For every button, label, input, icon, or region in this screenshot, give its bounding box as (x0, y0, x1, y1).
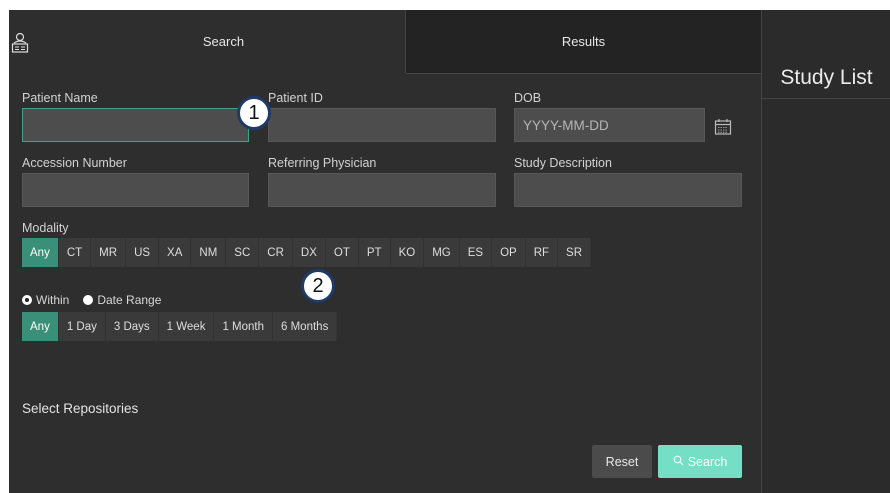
study-description-input[interactable] (514, 173, 742, 207)
tab-search-label: Search (202, 34, 245, 49)
study-description-label: Study Description (514, 156, 612, 170)
referring-physician-label: Referring Physician (268, 156, 377, 170)
modality-button-es[interactable]: ES (459, 238, 493, 267)
within-button-3-days[interactable]: 3 Days (105, 312, 159, 341)
modality-button-sr[interactable]: SR (558, 238, 592, 267)
app-window: Search Results Patient Name Patient ID D… (9, 10, 890, 493)
search-button[interactable]: Search (658, 445, 742, 478)
modality-button-ot[interactable]: OT (325, 238, 359, 267)
tab-bar: Search Results (9, 10, 761, 74)
within-radio[interactable] (22, 295, 32, 305)
patient-id-input[interactable] (268, 108, 496, 142)
modality-button-ko[interactable]: KO (390, 238, 425, 267)
patient-id-label: Patient ID (268, 91, 323, 105)
within-button-1-day[interactable]: 1 Day (58, 312, 106, 341)
select-repositories-heading: Select Repositories (22, 401, 139, 416)
study-list-title: Study List (780, 66, 873, 89)
patient-name-input[interactable] (22, 108, 249, 142)
within-button-1-week[interactable]: 1 Week (158, 312, 215, 341)
modality-button-mr[interactable]: MR (91, 238, 127, 267)
study-list-panel: Study List (761, 10, 890, 493)
tab-results-label: Results (561, 34, 606, 49)
tab-results[interactable]: Results (406, 10, 761, 74)
callout-badge-2: 2 (301, 269, 335, 303)
modality-button-any[interactable]: Any (22, 238, 59, 267)
patient-name-label: Patient Name (22, 91, 98, 105)
callout-badge-1: 1 (237, 96, 271, 130)
date-range-radio-label: Date Range (97, 293, 162, 307)
modality-button-cr[interactable]: CR (259, 238, 293, 267)
modality-button-ct[interactable]: CT (58, 238, 92, 267)
modality-button-us[interactable]: US (126, 238, 160, 267)
study-list-divider (762, 98, 890, 99)
referring-physician-input[interactable] (268, 173, 496, 207)
within-radio-label: Within (36, 293, 70, 307)
reset-button[interactable]: Reset (592, 445, 652, 478)
within-button-group: Any 1 Day 3 Days 1 Week 1 Month 6 Months (22, 312, 338, 341)
date-range-radio[interactable] (83, 295, 94, 305)
modality-button-mg[interactable]: MG (424, 238, 460, 267)
accession-number-input[interactable] (22, 173, 249, 207)
modality-button-rf[interactable]: RF (525, 238, 559, 267)
date-mode-radio-group: Within Date Range (22, 293, 161, 307)
user-id-card-icon[interactable] (9, 30, 31, 56)
search-button-label: Search (687, 454, 728, 469)
modality-button-nm[interactable]: NM (191, 238, 227, 267)
calendar-icon[interactable] (714, 118, 732, 136)
modality-button-group: Any CT MR US XA NM SC CR DX OT PT KO MG ES OP RF SR (22, 238, 592, 267)
reset-button-label: Reset (605, 454, 639, 469)
tab-search[interactable]: Search (42, 10, 406, 73)
dob-label: DOB (514, 91, 542, 105)
modality-button-pt[interactable]: PT (358, 238, 391, 267)
dob-input[interactable] (514, 108, 705, 142)
modality-button-op[interactable]: OP (492, 238, 526, 267)
modality-button-sc[interactable]: SC (226, 238, 260, 267)
modality-label: Modality (22, 221, 69, 235)
modality-button-xa[interactable]: XA (159, 238, 192, 267)
modality-button-dx[interactable]: DX (292, 238, 326, 267)
within-button-any[interactable]: Any (22, 312, 59, 341)
within-button-1-month[interactable]: 1 Month (214, 312, 274, 341)
search-icon (673, 455, 684, 469)
within-button-6-months[interactable]: 6 Months (273, 312, 338, 341)
accession-number-label: Accession Number (22, 156, 127, 170)
